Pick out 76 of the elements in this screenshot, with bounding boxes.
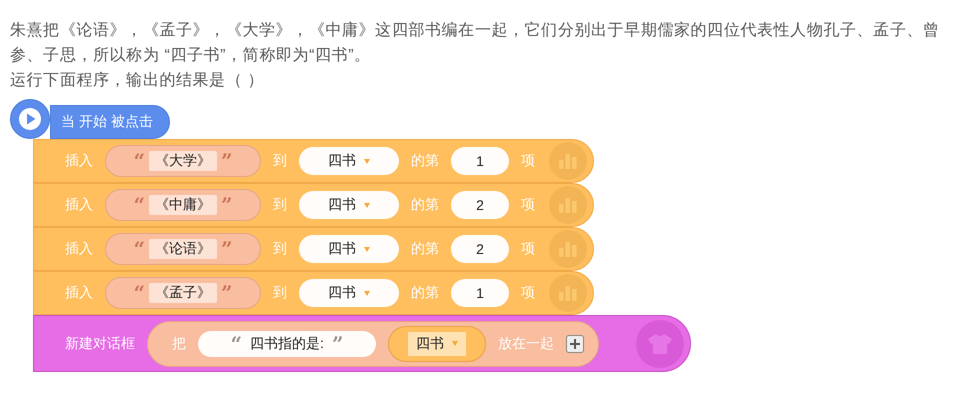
question-text: 朱熹把《论语》，《孟子》，《大学》，《中庸》这四部书编在一起，它们分别出于早期儒家的四位代表性人物孔子、孟子、曾参、子思，所以称为 “四子书”，简称即为“四书”。 [10, 20, 941, 66]
text-input[interactable]: “ 四书指的是: ” [198, 330, 376, 356]
block-label: 到 [273, 284, 287, 302]
add-button[interactable] [566, 334, 584, 352]
input-text: 《中庸》 [149, 195, 217, 215]
block-label: 的第 [411, 240, 439, 258]
dropdown-text: 四书 [328, 196, 356, 214]
input-text: 《孟子》 [149, 283, 217, 303]
input-text: 《大学》 [149, 151, 217, 171]
block-label: 项 [521, 240, 535, 258]
block-label: 的第 [411, 196, 439, 214]
number-input[interactable]: 2 [451, 191, 509, 219]
block-label: 放在一起 [498, 334, 554, 352]
bar-chart-icon [559, 197, 577, 213]
bar-chart-icon [559, 241, 577, 257]
quote-mark: ” [221, 151, 233, 171]
block-label: 插入 [64, 196, 93, 214]
number-input[interactable]: 1 [451, 279, 509, 307]
list-reporter[interactable]: 四书 [388, 326, 486, 362]
caret-icon [364, 202, 370, 208]
caret-icon [364, 158, 370, 164]
insert-block[interactable]: 插入 “ 《论语》 ” 到 四书 的第 2 项 [33, 227, 594, 271]
block-label: 新建对话框 [64, 334, 135, 352]
bar-chart-icon [559, 153, 577, 169]
block-label: 把 [172, 334, 186, 352]
dialog-block[interactable]: 新建对话框 把 “ 四书指的是: ” 四书 放在一起 [33, 315, 691, 372]
dropdown-text: 四书 [328, 152, 356, 170]
block-label: 的第 [411, 284, 439, 302]
input-text: 《论语》 [149, 239, 217, 259]
block-label: 到 [273, 240, 287, 258]
quote-mark: “ [230, 334, 242, 354]
number-input[interactable]: 2 [451, 235, 509, 263]
block-label: 到 [273, 152, 287, 170]
question-text: 运行下面程序，输出的结果是（ ） [10, 70, 266, 91]
dropdown-text: 四书 [416, 334, 444, 352]
insert-block[interactable]: 插入 “ 《孟子》 ” 到 四书 的第 1 项 [33, 271, 594, 315]
shirt-icon [648, 334, 672, 354]
block-label: 的第 [411, 152, 439, 170]
quote-mark: ” [221, 283, 233, 303]
block-label: 插入 [64, 284, 93, 302]
quote-mark: ” [221, 239, 233, 259]
quote-mark: ” [221, 195, 233, 215]
text-input[interactable]: “ 《孟子》 ” [105, 277, 261, 309]
play-icon [19, 108, 41, 130]
text-input[interactable]: “ 《大学》 ” [105, 145, 261, 177]
list-dropdown[interactable]: 四书 [299, 279, 399, 307]
number-input[interactable]: 1 [451, 147, 509, 175]
dropdown-text: 四书 [328, 240, 356, 258]
quote-mark: “ [133, 283, 145, 303]
join-input[interactable]: 把 “ 四书指的是: ” 四书 放在一起 [147, 320, 599, 366]
block-label: 插入 [64, 152, 93, 170]
text-input[interactable]: “ 《论语》 ” [105, 233, 261, 265]
block-label: 项 [521, 152, 535, 170]
input-text: 四书指的是: [250, 334, 324, 352]
block-label: 插入 [64, 240, 93, 258]
text-input[interactable]: “ 《中庸》 ” [105, 189, 261, 221]
quote-mark: “ [133, 239, 145, 259]
caret-icon [364, 246, 370, 252]
plus-icon [570, 338, 580, 348]
start-button[interactable] [10, 99, 50, 139]
insert-block[interactable]: 插入 “ 《大学》 ” 到 四书 的第 1 项 [33, 139, 594, 183]
caret-icon [364, 290, 370, 296]
bar-chart-icon [559, 285, 577, 301]
list-dropdown[interactable]: 四书 [299, 235, 399, 263]
quote-mark: ” [332, 334, 344, 354]
block-label: 到 [273, 196, 287, 214]
block-label: 项 [521, 196, 535, 214]
quote-mark: “ [133, 195, 145, 215]
list-dropdown[interactable]: 四书 [408, 332, 466, 356]
dropdown-text: 四书 [328, 284, 356, 302]
caret-icon [452, 341, 458, 346]
insert-block[interactable]: 插入 “ 《中庸》 ” 到 四书 的第 2 项 [33, 183, 594, 227]
list-dropdown[interactable]: 四书 [299, 191, 399, 219]
quote-mark: “ [133, 151, 145, 171]
list-dropdown[interactable]: 四书 [299, 147, 399, 175]
block-label: 项 [521, 284, 535, 302]
